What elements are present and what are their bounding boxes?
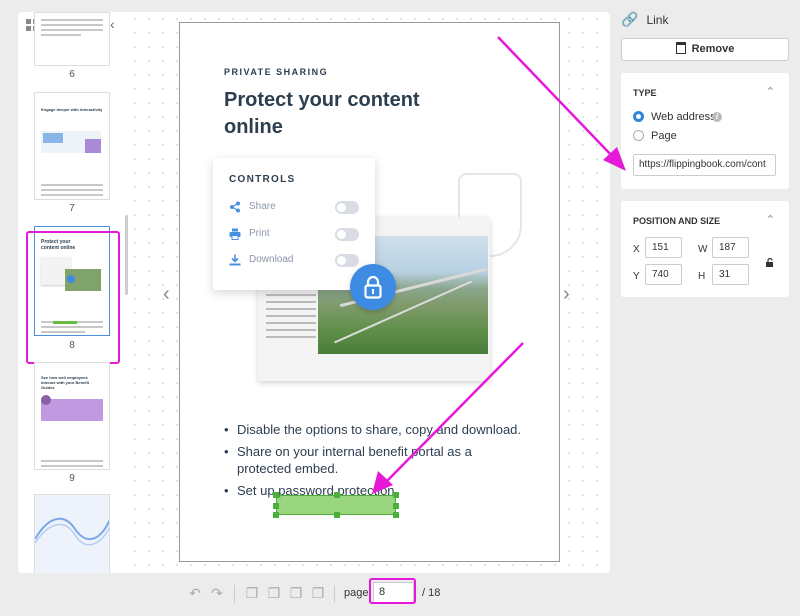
chevron-up-icon[interactable]: ⌃ [766, 213, 775, 226]
resize-handle[interactable] [393, 503, 399, 509]
web-address-radio[interactable] [633, 111, 644, 122]
trash-icon [675, 42, 686, 54]
lock-icon [350, 264, 396, 310]
print-icon [229, 228, 241, 240]
page-eyebrow: PRIVATE SHARING [224, 67, 329, 77]
aspect-lock-icon[interactable] [765, 257, 775, 271]
resize-handle[interactable] [334, 512, 340, 518]
toolbar-divider [334, 585, 335, 603]
thumbnail-image [41, 131, 101, 153]
page-input-highlight [369, 578, 416, 604]
control-row-share: Share [229, 200, 359, 216]
share-toggle [335, 201, 359, 214]
resize-handle[interactable] [393, 512, 399, 518]
share-icon [229, 201, 241, 213]
y-input[interactable]: 740 [645, 264, 682, 285]
page-thumbnail-6[interactable] [34, 12, 110, 66]
print-toggle [335, 228, 359, 241]
selected-thumbnail-highlight [26, 231, 120, 364]
bullet-item: Share on your internal benefit portal as… [224, 443, 524, 477]
thumbnail-image [41, 395, 103, 421]
thumbnail-title: See how well employees interact with you… [41, 375, 90, 390]
h-label: H [698, 271, 706, 282]
control-label: Print [249, 228, 270, 239]
next-page-arrow-icon[interactable]: › [563, 283, 570, 306]
h-input[interactable]: 31 [712, 264, 749, 285]
x-input[interactable]: 151 [645, 237, 682, 258]
bullet-list: Disable the options to share, copy and d… [224, 421, 524, 504]
info-icon[interactable]: i [712, 112, 722, 122]
editor-app: ‹ 6 Engage deeper with interactivity 7 P… [0, 0, 800, 616]
web-address-label[interactable]: Web address [651, 111, 716, 123]
resize-handle[interactable] [273, 512, 279, 518]
bottom-toolbar: ↶ ↷ ❐ ❐ ❐ ❐ page 8 / 18 [0, 578, 800, 610]
redo-icon[interactable]: ↷ [210, 586, 224, 600]
bring-forward-icon[interactable]: ❐ [267, 586, 281, 600]
w-input[interactable]: 187 [712, 237, 749, 258]
controls-title: CONTROLS [229, 174, 296, 185]
page-thumbnail-7[interactable]: Engage deeper with interactivity [34, 92, 110, 200]
resize-handle[interactable] [393, 492, 399, 498]
thumbnail-number: 9 [69, 473, 75, 484]
download-icon [229, 254, 241, 266]
w-label: W [698, 244, 708, 255]
control-row-print: Print [229, 227, 359, 243]
type-header: TYPE [633, 88, 657, 98]
url-input[interactable]: https://flippingbook.com/cont [633, 154, 776, 176]
page-radio[interactable] [633, 130, 644, 141]
remove-label: Remove [691, 43, 735, 55]
thumbnail-panel[interactable]: ‹ 6 Engage deeper with interactivity 7 P… [18, 12, 128, 573]
previous-page-arrow-icon[interactable]: ‹ [163, 283, 170, 306]
resize-handle[interactable] [334, 492, 340, 498]
page-thumbnail-10[interactable] [34, 494, 110, 573]
page-option-label[interactable]: Page [651, 130, 677, 142]
thumbnail-number: 7 [69, 203, 75, 214]
thumbnail-number: 6 [69, 69, 75, 80]
page-total: / 18 [422, 587, 441, 599]
page-headline: Protect your content online [224, 89, 420, 138]
remove-button[interactable]: Remove [621, 38, 789, 61]
position-size-header: POSITION AND SIZE [633, 216, 721, 226]
undo-icon[interactable]: ↶ [188, 586, 202, 600]
toolbar-divider [234, 585, 235, 603]
chevron-left-icon[interactable]: ‹ [110, 16, 115, 32]
resize-handle[interactable] [273, 503, 279, 509]
position-size-section: POSITION AND SIZE ⌃ X 151 W 187 Y 740 H … [621, 201, 789, 297]
type-section: TYPE ⌃ Web address i Page https://flippi… [621, 73, 789, 189]
bullet-item: Disable the options to share, copy and d… [224, 421, 524, 438]
bring-to-front-icon[interactable]: ❐ [245, 586, 259, 600]
link-icon: 🔗 [621, 11, 639, 27]
thumbnail-title: Engage deeper with interactivity [41, 107, 103, 112]
send-backward-icon[interactable]: ❐ [289, 586, 303, 600]
chevron-up-icon[interactable]: ⌃ [766, 85, 775, 98]
y-label: Y [633, 271, 640, 282]
send-to-back-icon[interactable]: ❐ [311, 586, 325, 600]
control-label: Share [249, 201, 276, 212]
control-label: Download [249, 254, 294, 265]
x-label: X [633, 244, 640, 255]
control-row-download: Download [229, 253, 359, 269]
page-label: page [344, 587, 369, 599]
panel-title-text: Link [646, 13, 669, 27]
panel-title: 🔗 Link [621, 11, 668, 29]
resize-handle[interactable] [273, 492, 279, 498]
page-thumbnail-9[interactable]: See how well employees interact with you… [34, 362, 110, 470]
thumbnail-wave-graphic [35, 517, 109, 546]
page-preview[interactable]: PRIVATE SHARING Protect your content onl… [179, 22, 560, 562]
link-area-selection[interactable] [273, 492, 399, 518]
